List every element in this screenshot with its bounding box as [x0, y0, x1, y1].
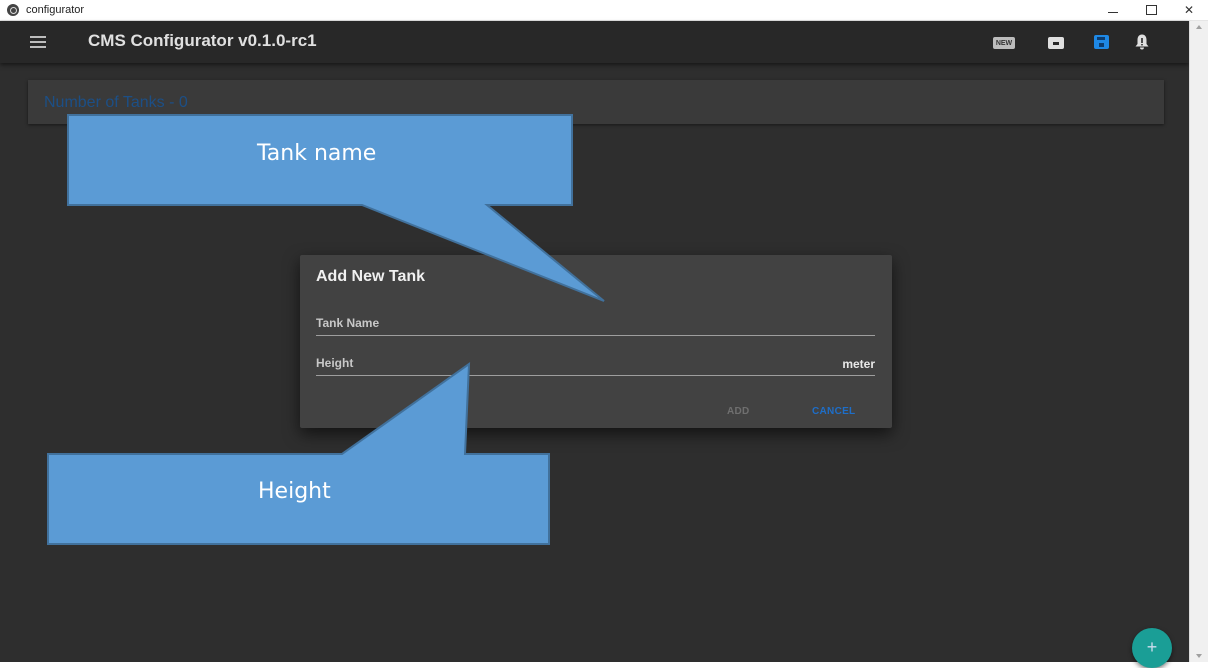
bell-glyph	[1135, 34, 1149, 50]
height-unit-label: meter	[842, 357, 875, 371]
tanks-count-title: Number of Tanks - 0	[44, 94, 188, 111]
menu-icon[interactable]	[30, 36, 46, 48]
app-title: CMS Configurator v0.1.0-rc1	[88, 31, 317, 50]
window-title: configurator	[26, 4, 85, 16]
maximize-button[interactable]	[1132, 0, 1170, 20]
app-content: CMS Configurator v0.1.0-rc1 NEW Number o…	[0, 21, 1189, 668]
scroll-down-icon[interactable]	[1196, 654, 1202, 658]
add-fab-button[interactable]: +	[1132, 628, 1172, 668]
height-input[interactable]	[316, 353, 875, 373]
add-button[interactable]: ADD	[727, 406, 750, 417]
minimize-icon	[1108, 11, 1118, 13]
scroll-up-icon[interactable]	[1196, 25, 1202, 29]
window-controls: ✕	[1094, 0, 1208, 20]
new-icon[interactable]: NEW	[993, 37, 1015, 49]
app-logo-icon	[7, 4, 19, 16]
archive-icon[interactable]	[1048, 37, 1064, 49]
minimize-button[interactable]	[1094, 0, 1132, 20]
close-button[interactable]: ✕	[1170, 0, 1208, 20]
bell-icon[interactable]	[1133, 33, 1151, 51]
tank-name-field	[316, 313, 875, 336]
tank-name-input[interactable]	[316, 313, 875, 333]
tanks-panel: Number of Tanks - 0	[28, 80, 1164, 124]
height-field: meter	[316, 353, 875, 376]
save-icon[interactable]	[1094, 35, 1109, 49]
add-tank-dialog: Add New Tank meter ADD CANCEL	[300, 255, 892, 428]
cancel-button[interactable]: CANCEL	[812, 406, 855, 417]
window-titlebar: configurator ✕	[0, 0, 1208, 21]
vertical-scrollbar[interactable]	[1189, 21, 1208, 662]
maximize-icon	[1145, 5, 1157, 15]
app-toolbar: CMS Configurator v0.1.0-rc1 NEW	[0, 21, 1189, 63]
dialog-title: Add New Tank	[316, 268, 426, 285]
